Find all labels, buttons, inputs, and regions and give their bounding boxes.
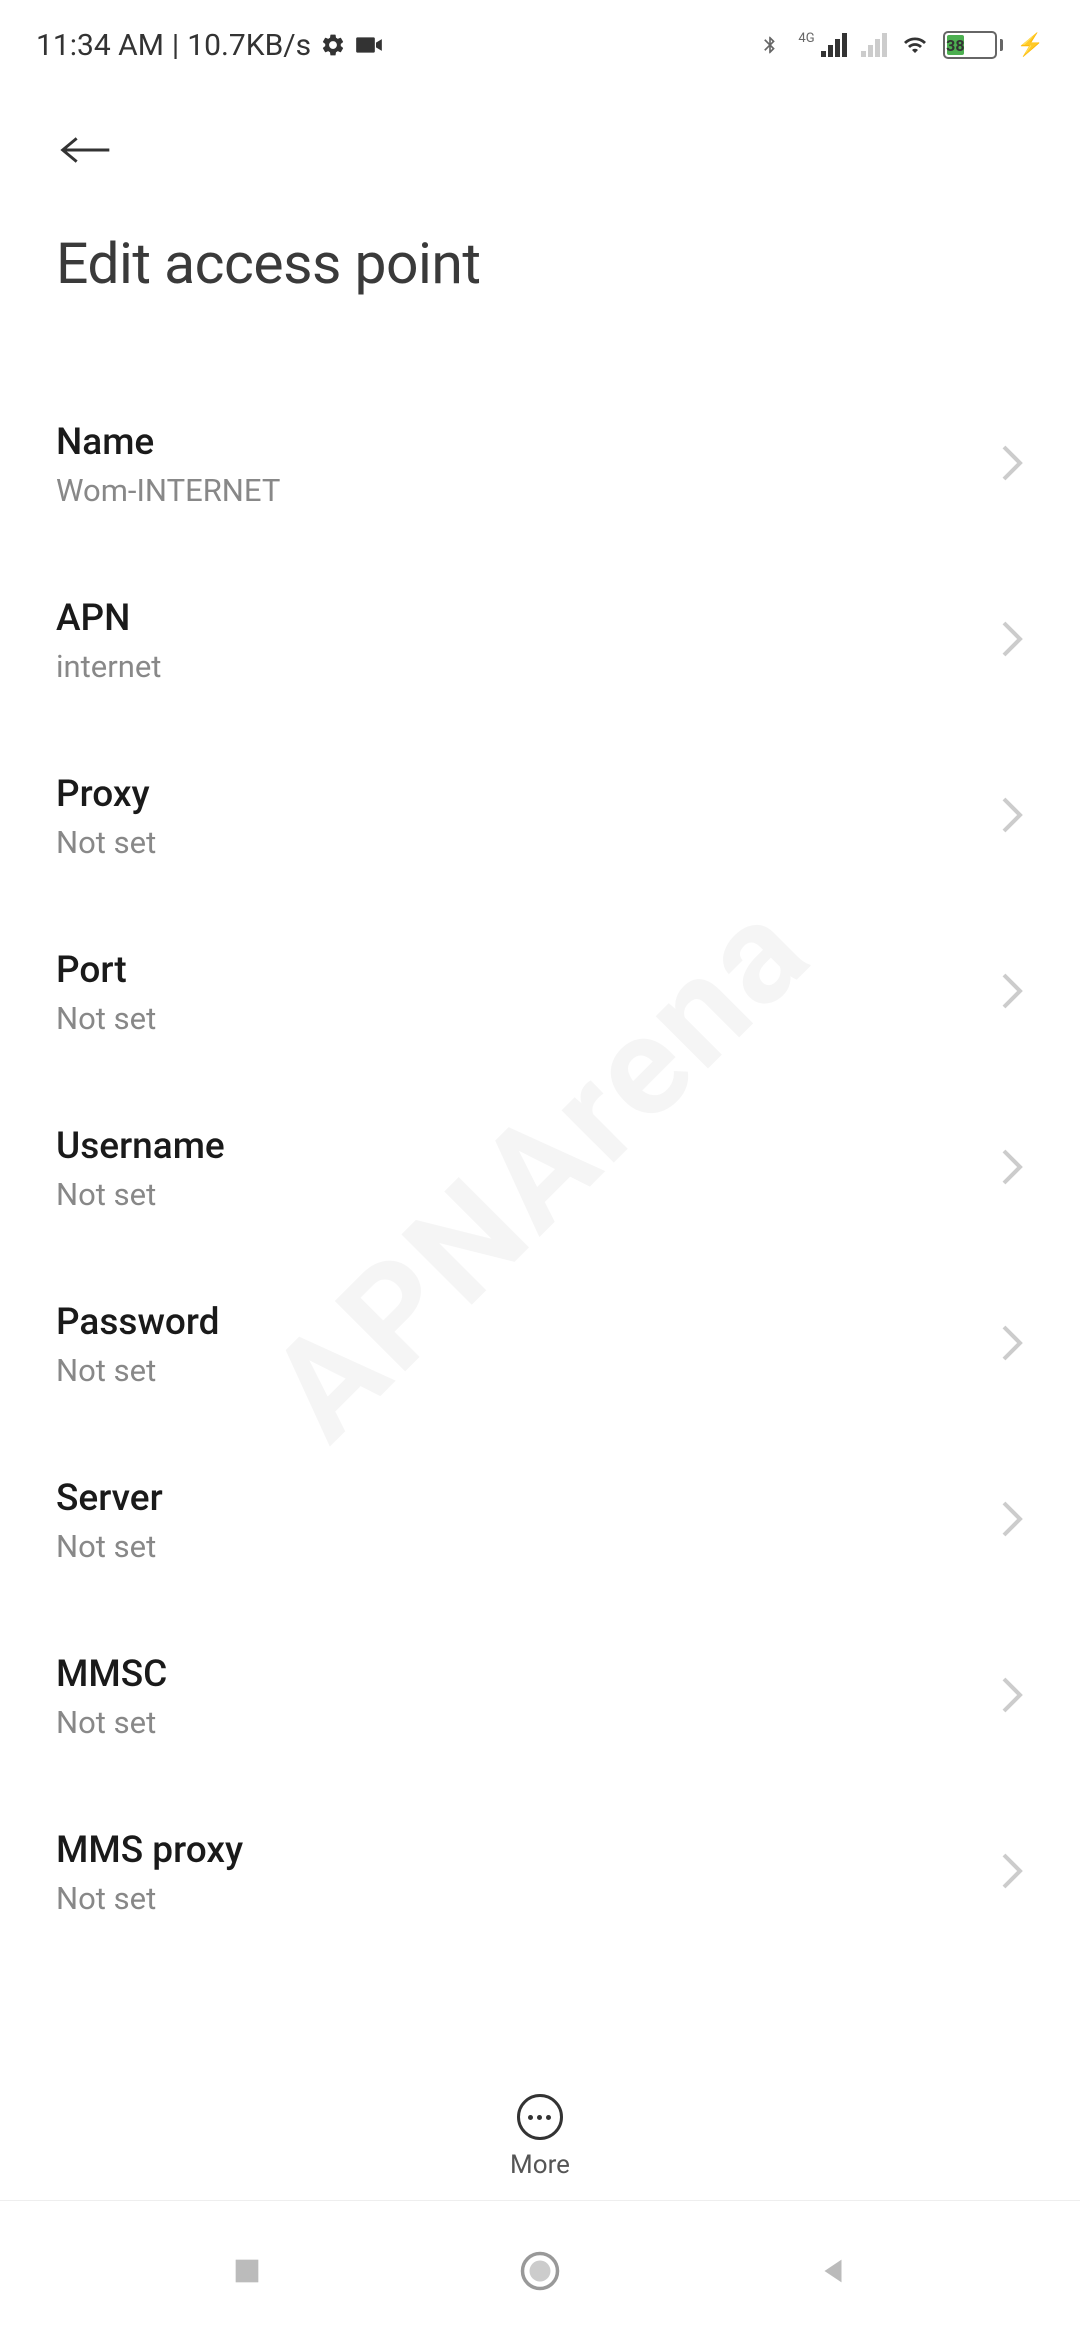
- setting-value: internet: [56, 648, 161, 685]
- setting-label: Server: [56, 1477, 163, 1520]
- back-button[interactable]: [56, 120, 116, 180]
- setting-value: Not set: [56, 1176, 225, 1213]
- setting-label: MMS proxy: [56, 1829, 243, 1872]
- setting-value: Wom-INTERNET: [56, 472, 280, 509]
- more-icon: [517, 2094, 563, 2140]
- setting-label: Username: [56, 1125, 225, 1168]
- setting-value: Not set: [56, 1528, 163, 1565]
- nav-recent-button[interactable]: [207, 2231, 287, 2311]
- chevron-right-icon: [1000, 1499, 1024, 1543]
- bottom-toolbar: More: [0, 2074, 1080, 2200]
- setting-server[interactable]: Server Not set: [56, 1433, 1024, 1609]
- page-title: Edit access point: [56, 230, 1024, 297]
- status-time: 11:34 AM: [36, 28, 164, 63]
- setting-username[interactable]: Username Not set: [56, 1081, 1024, 1257]
- chevron-right-icon: [1000, 1675, 1024, 1719]
- more-button[interactable]: More: [510, 2094, 570, 2180]
- chevron-right-icon: [1000, 619, 1024, 663]
- chevron-right-icon: [1000, 1323, 1024, 1367]
- nav-bar: [0, 2200, 1080, 2340]
- wifi-icon: [901, 31, 929, 59]
- setting-apn[interactable]: APN internet: [56, 553, 1024, 729]
- network-type-label: 4G: [798, 31, 814, 46]
- signal-bars-sim2-icon: [861, 33, 887, 57]
- status-bar: 11:34 AM | 10.7KB/s 4G 38 ⚡: [0, 0, 1080, 90]
- status-right: 4G 38 ⚡: [756, 31, 1044, 59]
- setting-mms-proxy[interactable]: MMS proxy Not set: [56, 1785, 1024, 1961]
- setting-proxy[interactable]: Proxy Not set: [56, 729, 1024, 905]
- setting-value: Not set: [56, 824, 156, 861]
- status-left: 11:34 AM | 10.7KB/s: [36, 28, 383, 63]
- setting-label: MMSC: [56, 1653, 167, 1696]
- setting-name[interactable]: Name Wom-INTERNET: [56, 377, 1024, 553]
- setting-port[interactable]: Port Not set: [56, 905, 1024, 1081]
- camera-icon: [355, 31, 383, 59]
- charging-icon: ⚡: [1017, 33, 1044, 58]
- status-speed: 10.7KB/s: [187, 28, 311, 63]
- gear-icon: [319, 31, 347, 59]
- setting-value: Not set: [56, 1000, 156, 1037]
- header: Edit access point: [0, 90, 1080, 317]
- setting-label: Port: [56, 949, 156, 992]
- setting-mmsc[interactable]: MMSC Not set: [56, 1609, 1024, 1785]
- bluetooth-icon: [756, 31, 784, 59]
- chevron-right-icon: [1000, 1147, 1024, 1191]
- settings-list: Name Wom-INTERNET APN internet Proxy Not…: [0, 317, 1080, 1961]
- chevron-right-icon: [1000, 443, 1024, 487]
- setting-label: Password: [56, 1301, 219, 1344]
- status-separator: |: [172, 28, 179, 63]
- nav-home-button[interactable]: [500, 2231, 580, 2311]
- setting-value: Not set: [56, 1880, 243, 1917]
- setting-label: APN: [56, 597, 161, 640]
- setting-label: Name: [56, 421, 280, 464]
- setting-value: Not set: [56, 1352, 219, 1389]
- chevron-right-icon: [1000, 795, 1024, 839]
- signal-bars-sim1-icon: [821, 33, 847, 57]
- setting-value: Not set: [56, 1704, 167, 1741]
- nav-back-button[interactable]: [793, 2231, 873, 2311]
- chevron-right-icon: [1000, 971, 1024, 1015]
- setting-password[interactable]: Password Not set: [56, 1257, 1024, 1433]
- chevron-right-icon: [1000, 1851, 1024, 1895]
- battery-level: 38: [947, 35, 964, 55]
- more-label: More: [510, 2150, 570, 2180]
- setting-label: Proxy: [56, 773, 156, 816]
- battery-icon: 38: [943, 31, 1003, 59]
